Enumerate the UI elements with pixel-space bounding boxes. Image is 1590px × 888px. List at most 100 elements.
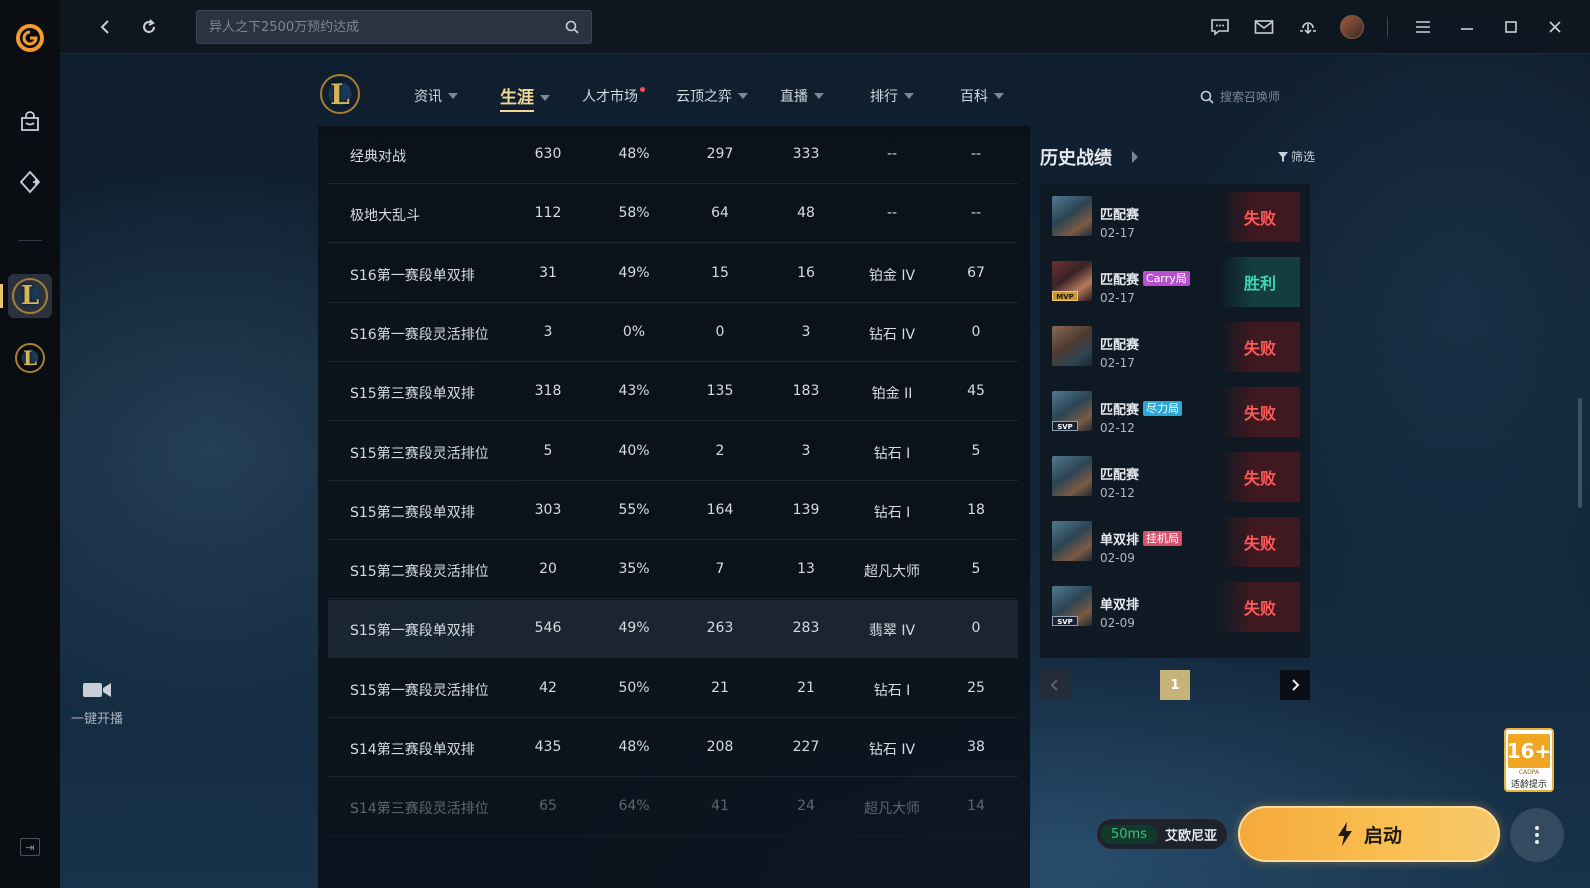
match-history-title[interactable]: 历史战绩 [1040, 144, 1112, 170]
table-cell-points: 5 [971, 561, 981, 578]
table-cell-winrate: 55% [618, 501, 650, 518]
match-item[interactable]: 匹配赛 02-17 失败 [1050, 318, 1300, 376]
match-result: 失败 [1220, 517, 1300, 567]
table-cell-mode: S15第一赛段单双排 [350, 623, 475, 640]
table-cell-wins: 135 [706, 383, 734, 400]
nav-tft[interactable]: 云顶之弈 [676, 86, 748, 106]
mail-icon[interactable] [1249, 12, 1279, 42]
scrollbar-thumb[interactable] [1578, 398, 1582, 508]
nav-wiki[interactable]: 百科 [960, 86, 1004, 106]
table-row: S16第一赛段灵活排位 3 0% 0 3 钻石 IV 0 [328, 304, 1018, 362]
nav-ranking[interactable]: 排行 [870, 86, 914, 106]
rail-lol-game[interactable]: L [8, 274, 52, 318]
nav-live[interactable]: 直播 [780, 86, 824, 106]
server-selector[interactable]: 50ms 艾欧尼亚 [1096, 818, 1228, 850]
global-search-input[interactable] [209, 19, 565, 35]
career-stats-table: 经典对战 630 48% 297 333 -- -- 极地大乱斗 112 58% 64 48 -- -- S… [318, 126, 1030, 888]
nav-talent-market[interactable]: 人才市场 [582, 86, 649, 106]
table-cell-games: 42 [539, 679, 557, 696]
table-cell-mode: S15第一赛段灵活排位 [350, 682, 489, 699]
app-logo-icon[interactable] [8, 16, 52, 60]
table-cell-points: -- [970, 146, 982, 162]
chat-icon[interactable] [1205, 12, 1235, 42]
close-icon[interactable] [1540, 12, 1570, 42]
table-cell-losses: 333 [792, 146, 820, 162]
match-date: 02-12 [1100, 486, 1135, 500]
game-add-icon[interactable] [8, 160, 52, 204]
table-cell-losses: 24 [797, 798, 815, 815]
one-click-stream-button[interactable]: 一键开播 [57, 680, 137, 727]
table-row: 经典对战 630 48% 297 333 -- -- [328, 126, 1018, 184]
nav-career[interactable]: 生涯 [500, 83, 550, 112]
match-item[interactable]: 单双排 挂机局 02-09 失败 [1050, 513, 1300, 571]
table-cell-games: 630 [534, 146, 562, 162]
left-rail: L L ⇥ [0, 0, 60, 888]
table-cell-wins: 7 [715, 561, 725, 578]
table-cell-rank: 铂金 IV [868, 267, 916, 284]
chevron-down-icon [814, 93, 824, 99]
search-icon[interactable] [565, 20, 579, 34]
ping-indicator: 50ms [1101, 824, 1157, 844]
table-cell-games: 112 [534, 205, 562, 222]
match-item[interactable]: 匹配赛 02-12 失败 [1050, 448, 1300, 506]
match-item[interactable]: 匹配赛 02-17 失败 [1050, 188, 1300, 246]
table-row: 极地大乱斗 112 58% 64 48 -- -- [328, 185, 1018, 244]
table-cell-points: 14 [967, 798, 985, 815]
table-cell-wins: 64 [711, 205, 729, 222]
table-cell-losses: 3 [801, 323, 811, 340]
summoner-search[interactable]: 搜索召唤师 [1200, 88, 1280, 105]
age-rating-number: 16+ [1507, 734, 1551, 768]
refresh-icon[interactable] [134, 12, 164, 42]
match-date: 02-09 [1100, 616, 1135, 630]
more-options-button[interactable] [1510, 808, 1564, 862]
table-cell-losses: 48 [797, 205, 815, 222]
table-cell-rank: 钻石 IV [868, 742, 916, 758]
filter-button[interactable]: 筛选 [1278, 148, 1315, 165]
launch-button[interactable]: 启动 [1238, 806, 1500, 862]
pager-current-page[interactable]: 1 [1160, 670, 1190, 700]
table-cell-mode: S15第二赛段单双排 [350, 504, 475, 521]
table-cell-rank: -- [886, 146, 898, 162]
maximize-icon[interactable] [1496, 12, 1526, 42]
table-cell-games: 303 [534, 501, 562, 518]
minimize-icon[interactable] [1452, 12, 1482, 42]
table-cell-mode: S15第二赛段灵活排位 [350, 564, 489, 581]
match-mode-label: 单双排 [1100, 598, 1140, 613]
match-date: 02-12 [1100, 421, 1135, 435]
table-cell-rank: 超凡大师 [864, 564, 920, 581]
pager-next-button[interactable] [1280, 670, 1310, 700]
champion-avatar [1052, 521, 1092, 561]
champion-avatar [1052, 326, 1092, 366]
collapse-rail-icon[interactable]: ⇥ [20, 838, 40, 856]
table-cell-wins: 208 [706, 739, 734, 755]
match-item[interactable]: SVP 匹配赛 尽力局 02-12 失败 [1050, 383, 1300, 441]
match-item[interactable]: SVP 单双排 02-09 失败 [1050, 578, 1300, 636]
table-cell-games: 435 [534, 739, 562, 755]
age-rating-note: 适龄提示 [1510, 780, 1547, 790]
table-cell-winrate: 40% [618, 442, 650, 459]
user-avatar[interactable] [1337, 12, 1367, 42]
table-cell-games: 318 [534, 383, 562, 400]
pager-prev-button[interactable] [1040, 670, 1070, 700]
table-cell-losses: 139 [792, 501, 820, 518]
table-cell-winrate: 35% [618, 561, 650, 578]
store-bag-icon[interactable] [8, 100, 52, 144]
global-search-box[interactable] [196, 10, 592, 44]
table-row: S15第一赛段灵活排位 42 50% 21 21 钻石 I 25 [328, 660, 1018, 718]
back-icon[interactable] [90, 12, 120, 42]
match-item[interactable]: MVP 匹配赛 Carry局 02-17 胜利 [1050, 253, 1300, 311]
nav-news[interactable]: 资讯 [414, 86, 458, 106]
rail-lol-download[interactable]: L [8, 336, 52, 380]
lol-game-logo[interactable]: L [320, 74, 360, 114]
chevron-down-icon [994, 93, 1004, 99]
table-cell-wins: 0 [715, 323, 725, 340]
menu-icon[interactable] [1408, 12, 1438, 42]
match-mode: 匹配赛 [1100, 464, 1139, 483]
chevron-right-icon[interactable] [1132, 151, 1138, 163]
window-controls [1205, 12, 1570, 42]
table-cell-rank: 钻石 I [873, 682, 911, 699]
table-cell-points: 25 [967, 679, 985, 696]
notification-dot [640, 86, 645, 92]
download-icon[interactable] [1293, 12, 1323, 42]
match-date: 02-17 [1100, 356, 1135, 370]
